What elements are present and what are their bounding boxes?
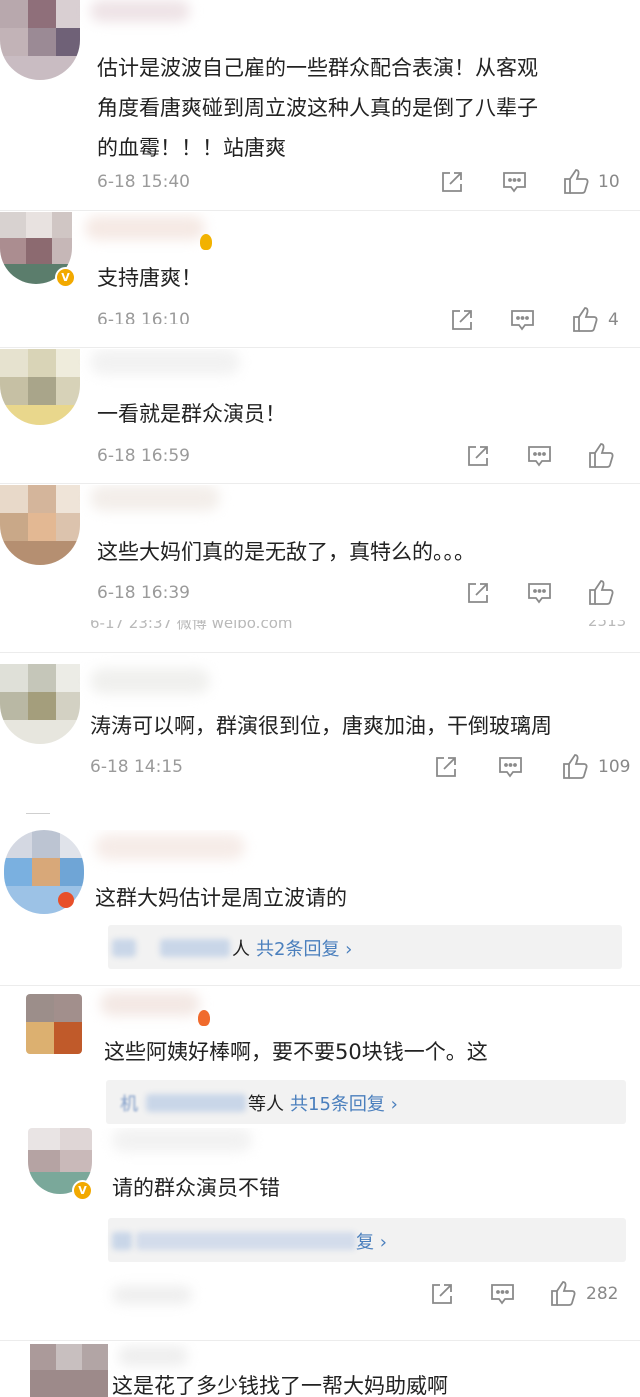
divider: [26, 813, 50, 814]
fire-badge-icon: [198, 1010, 210, 1026]
comment-item: 一看就是群众演员！ 6-18 16:59: [0, 349, 640, 483]
comment-icon[interactable]: [527, 581, 552, 605]
like-count: 4: [608, 310, 619, 330]
timestamp: [112, 1286, 192, 1304]
comment-item: 这是花了多少钱找了一帮大妈助威啊: [0, 1342, 640, 1397]
share-icon[interactable]: [466, 444, 490, 468]
fire-badge-icon: [58, 892, 74, 908]
reply-suffix: 等人: [248, 1094, 284, 1115]
comment-text: 这些大妈们真的是无敌了，真特么的。。。: [97, 540, 475, 564]
ghost-meta: 6-17 23:37 微博 weibo.com: [90, 620, 293, 632]
verified-badge-icon: V: [72, 1180, 93, 1201]
divider: [0, 1340, 640, 1341]
username[interactable]: [90, 668, 210, 694]
view-replies-link[interactable]: 共15条回复 ›: [290, 1090, 398, 1116]
reply-preview[interactable]: 机 等人 共15条回复 ›: [106, 1080, 626, 1124]
share-icon[interactable]: [466, 581, 490, 605]
comment-text: 涛涛可以啊，群演很到位，唐爽加油，干倒玻璃周: [90, 714, 552, 738]
username[interactable]: [90, 485, 220, 511]
avatar[interactable]: [0, 349, 80, 425]
comment-icon[interactable]: [490, 1282, 515, 1306]
thumb-up-icon[interactable]: [588, 579, 615, 606]
comment-item: 这群大妈估计是周立波请的 人 共2条回复 ›: [0, 830, 640, 980]
thumb-up-icon[interactable]: [550, 1280, 577, 1307]
comment-icon[interactable]: [510, 308, 535, 332]
verified-badge-icon: V: [55, 267, 76, 288]
divider: [0, 483, 640, 484]
like-count: 109: [598, 757, 631, 777]
avatar[interactable]: [26, 994, 82, 1054]
fire-badge-icon: [200, 234, 212, 250]
avatar[interactable]: [0, 664, 80, 744]
divider: [0, 652, 640, 653]
comment-icon[interactable]: [498, 755, 523, 779]
avatar[interactable]: [30, 1344, 108, 1397]
timestamp: 6-18 16:59: [97, 446, 190, 466]
share-icon[interactable]: [434, 755, 458, 779]
ghost-like-count: 2513: [588, 620, 627, 630]
username[interactable]: [100, 992, 200, 1016]
username[interactable]: [112, 1128, 252, 1152]
comment-text: 这是花了多少钱找了一帮大妈助威啊: [112, 1374, 448, 1397]
username[interactable]: [95, 834, 245, 860]
thumb-up-icon[interactable]: [563, 168, 590, 195]
reply-suffix: 人: [232, 939, 250, 960]
comment-item: 涛涛可以啊，群演很到位，唐爽加油，干倒玻璃周 6-18 14:15 109: [0, 654, 640, 804]
like-count: 10: [598, 172, 620, 192]
comment-item: V 支持唐爽！ 6-18 16:10 4: [0, 212, 640, 347]
view-replies-link[interactable]: 复 ›: [356, 1228, 387, 1254]
comment-item: V 请的群众演员不错 复 › 282: [0, 1128, 640, 1340]
reply-preview[interactable]: 人 共2条回复 ›: [108, 925, 622, 969]
divider: [0, 210, 640, 211]
like-count: 282: [586, 1284, 619, 1304]
share-icon[interactable]: [450, 308, 474, 332]
comment-item: 这些阿姨好棒啊，要不要50块钱一个。这 机 等人 共15条回复 ›: [0, 988, 640, 1128]
timestamp: 6-18 14:15: [90, 757, 183, 777]
share-icon[interactable]: [440, 170, 464, 194]
comment-icon[interactable]: [502, 170, 527, 194]
divider: [0, 347, 640, 348]
comment-icon[interactable]: [527, 444, 552, 468]
username[interactable]: [90, 349, 240, 375]
cropped-row: 6-17 23:37 微博 weibo.com 2513: [0, 620, 640, 634]
reply-prefix: 机: [120, 1094, 138, 1115]
username[interactable]: [85, 216, 205, 240]
thumb-up-icon[interactable]: [588, 442, 615, 469]
timestamp: 6-18 16:39: [97, 583, 190, 603]
divider: [0, 985, 640, 986]
comment-text: 这群大妈估计是周立波请的: [95, 886, 347, 910]
timestamp: 6-18 16:10: [97, 310, 190, 324]
comment-text: 一看就是群众演员！: [97, 402, 286, 426]
thumb-up-icon[interactable]: [562, 753, 589, 780]
share-icon[interactable]: [430, 1282, 454, 1306]
timestamp: 6-18 15:40: [97, 172, 190, 192]
comment-item: 这些大妈们真的是无敌了，真特么的。。。 6-18 16:39: [0, 485, 640, 620]
avatar[interactable]: [0, 485, 80, 565]
thumb-up-icon[interactable]: [572, 306, 599, 333]
comment-text: 支持唐爽！: [97, 266, 202, 290]
comment-item: 估计是波波自己雇的一些群众配合表演！从客观 角度看唐爽碰到周立波这种人真的是倒了…: [0, 0, 640, 210]
comment-text: 估计是波波自己雇的一些群众配合表演！从客观 角度看唐爽碰到周立波这种人真的是倒了…: [97, 56, 538, 160]
avatar[interactable]: [0, 0, 80, 80]
view-replies-link[interactable]: 共2条回复 ›: [256, 935, 352, 961]
username[interactable]: [118, 1346, 188, 1366]
comment-text: 请的群众演员不错: [112, 1176, 280, 1200]
reply-preview[interactable]: 复 ›: [108, 1218, 626, 1262]
username[interactable]: [90, 0, 190, 22]
comment-text: 这些阿姨好棒啊，要不要50块钱一个。这: [104, 1040, 488, 1064]
